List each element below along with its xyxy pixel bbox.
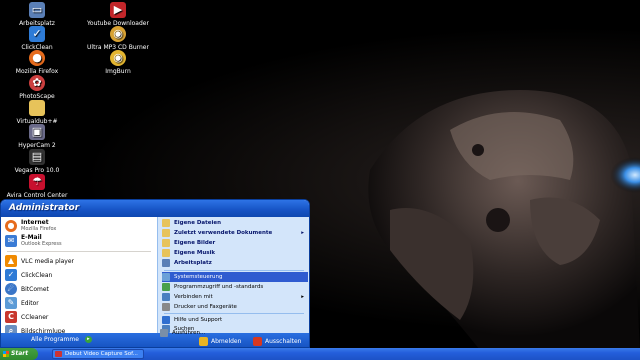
cd-burner-icon: ◉ bbox=[110, 26, 126, 42]
pinned-email[interactable]: ✉ E-Mail Outlook Express bbox=[5, 234, 62, 248]
computer-icon: ▭ bbox=[29, 2, 45, 18]
taskbar-item-debut[interactable]: Debut Video Capture Sof... bbox=[52, 349, 144, 359]
arrow-right-icon: ▸ bbox=[84, 336, 92, 343]
logoff-icon bbox=[199, 336, 208, 346]
avira-icon: ☂ bbox=[29, 174, 45, 190]
separator bbox=[164, 313, 304, 314]
desktop-icon-vegas[interactable]: ▤ Vegas Pro 10.0 bbox=[5, 149, 69, 174]
shutdown-button[interactable]: Ausschalten bbox=[253, 336, 301, 346]
start-menu: Administrator ● Internet Mozilla Firefox … bbox=[0, 199, 310, 348]
right-item-verbinden-mit[interactable]: Verbinden mit ▸ bbox=[162, 292, 308, 302]
start-menu-user-name: Administrator bbox=[1, 200, 309, 217]
right-item-arbeitsplatz[interactable]: Arbeitsplatz bbox=[162, 258, 308, 268]
start-menu-right-pane: Eigene Dateien Zuletzt verwendete Dokume… bbox=[157, 217, 309, 333]
power-icon bbox=[253, 336, 262, 346]
imgburn-icon: ◉ bbox=[110, 50, 126, 66]
printer-icon bbox=[162, 303, 170, 311]
debut-icon bbox=[55, 351, 62, 357]
taskbar: Start Debut Video Capture Sof... bbox=[0, 348, 640, 360]
youtube-downloader-icon: ▶ bbox=[110, 2, 126, 18]
desktop-icon-virtualdub[interactable]: Virtualdub+# bbox=[5, 100, 69, 125]
desktop-icon-hypercam[interactable]: ▣ HyperCam 2 bbox=[5, 124, 69, 149]
folder-icon bbox=[162, 219, 170, 227]
all-programs-button[interactable]: Alle Programme ▸ bbox=[31, 336, 92, 343]
firefox-icon: ● bbox=[29, 50, 45, 66]
wallpaper-robot-image bbox=[368, 90, 640, 348]
help-icon bbox=[162, 316, 170, 324]
start-button[interactable]: Start bbox=[0, 348, 38, 360]
bitcomet-icon: ☄ bbox=[5, 283, 17, 295]
desktop-icon-avira[interactable]: ☂ Avira Control Center bbox=[5, 174, 69, 199]
right-item-zuletzt-verwendete-dokumente[interactable]: Zuletzt verwendete Dokumente ▸ bbox=[162, 228, 308, 238]
pictures-icon bbox=[162, 239, 170, 247]
right-item-drucker[interactable]: Drucker und Faxgeräte bbox=[162, 302, 308, 312]
folder-icon bbox=[29, 100, 45, 116]
windows-logo-icon bbox=[3, 351, 9, 357]
recent-vlc[interactable]: ▲ VLC media player bbox=[5, 254, 74, 268]
ccleaner-icon: C bbox=[5, 311, 17, 323]
hypercam-icon: ▣ bbox=[29, 124, 45, 140]
recent-clickclean[interactable]: ✓ ClickClean bbox=[5, 268, 52, 282]
separator bbox=[164, 270, 304, 271]
logoff-button[interactable]: Abmelden bbox=[199, 336, 241, 346]
run-icon bbox=[160, 329, 168, 337]
program-access-icon bbox=[162, 283, 170, 291]
clickclean-icon: ✓ bbox=[29, 26, 45, 42]
recent-docs-icon bbox=[162, 229, 170, 237]
desktop-icon-ultra-mp3[interactable]: ◉ Ultra MP3 CD Burner bbox=[86, 26, 150, 51]
photoscape-icon: ✿ bbox=[29, 75, 45, 91]
connect-icon bbox=[162, 293, 170, 301]
recent-ccleaner[interactable]: C CCleaner bbox=[5, 310, 48, 324]
notepad-icon: ✎ bbox=[5, 297, 17, 309]
right-item-eigene-dateien[interactable]: Eigene Dateien bbox=[162, 218, 308, 228]
start-menu-left-pane: ● Internet Mozilla Firefox ✉ E-Mail Outloo… bbox=[1, 217, 157, 337]
start-menu-footer: Alle Programme ▸ Abmelden Ausschalten bbox=[1, 333, 309, 347]
right-item-eigene-bilder[interactable]: Eigene Bilder bbox=[162, 238, 308, 248]
clickclean-icon: ✓ bbox=[5, 269, 17, 281]
separator bbox=[7, 251, 151, 252]
right-item-programmzugriff[interactable]: Programmzugriff und -standards bbox=[162, 282, 308, 292]
right-item-eigene-musik[interactable]: Eigene Musik bbox=[162, 248, 308, 258]
submenu-arrow-icon: ▸ bbox=[301, 294, 304, 300]
vlc-icon: ▲ bbox=[5, 255, 17, 267]
desktop-icon-arbeitsplatz[interactable]: ▭ Arbeitsplatz bbox=[5, 2, 69, 27]
pinned-internet[interactable]: ● Internet Mozilla Firefox bbox=[5, 219, 56, 233]
email-icon: ✉ bbox=[5, 235, 17, 247]
submenu-arrow-icon: ▸ bbox=[301, 230, 304, 236]
computer-icon bbox=[162, 259, 170, 267]
recent-editor[interactable]: ✎ Editor bbox=[5, 296, 39, 310]
desktop-icon-photoscape[interactable]: ✿ PhotoScape bbox=[5, 75, 69, 100]
recent-bitcomet[interactable]: ☄ BitComet bbox=[5, 282, 49, 296]
desktop-icon-imgburn[interactable]: ◉ ImgBurn bbox=[86, 50, 150, 75]
music-icon bbox=[162, 249, 170, 257]
vegas-icon: ▤ bbox=[29, 149, 45, 165]
right-item-ausfuehren-visible[interactable]: Ausführen... bbox=[160, 329, 205, 337]
firefox-icon: ● bbox=[5, 220, 17, 232]
desktop-icon-clickclean[interactable]: ✓ ClickClean bbox=[5, 26, 69, 51]
desktop-icon-firefox[interactable]: ● Mozilla Firefox bbox=[5, 50, 69, 75]
control-panel-icon bbox=[162, 273, 170, 281]
right-item-systemsteuerung[interactable]: Systemsteuerung bbox=[162, 272, 308, 282]
